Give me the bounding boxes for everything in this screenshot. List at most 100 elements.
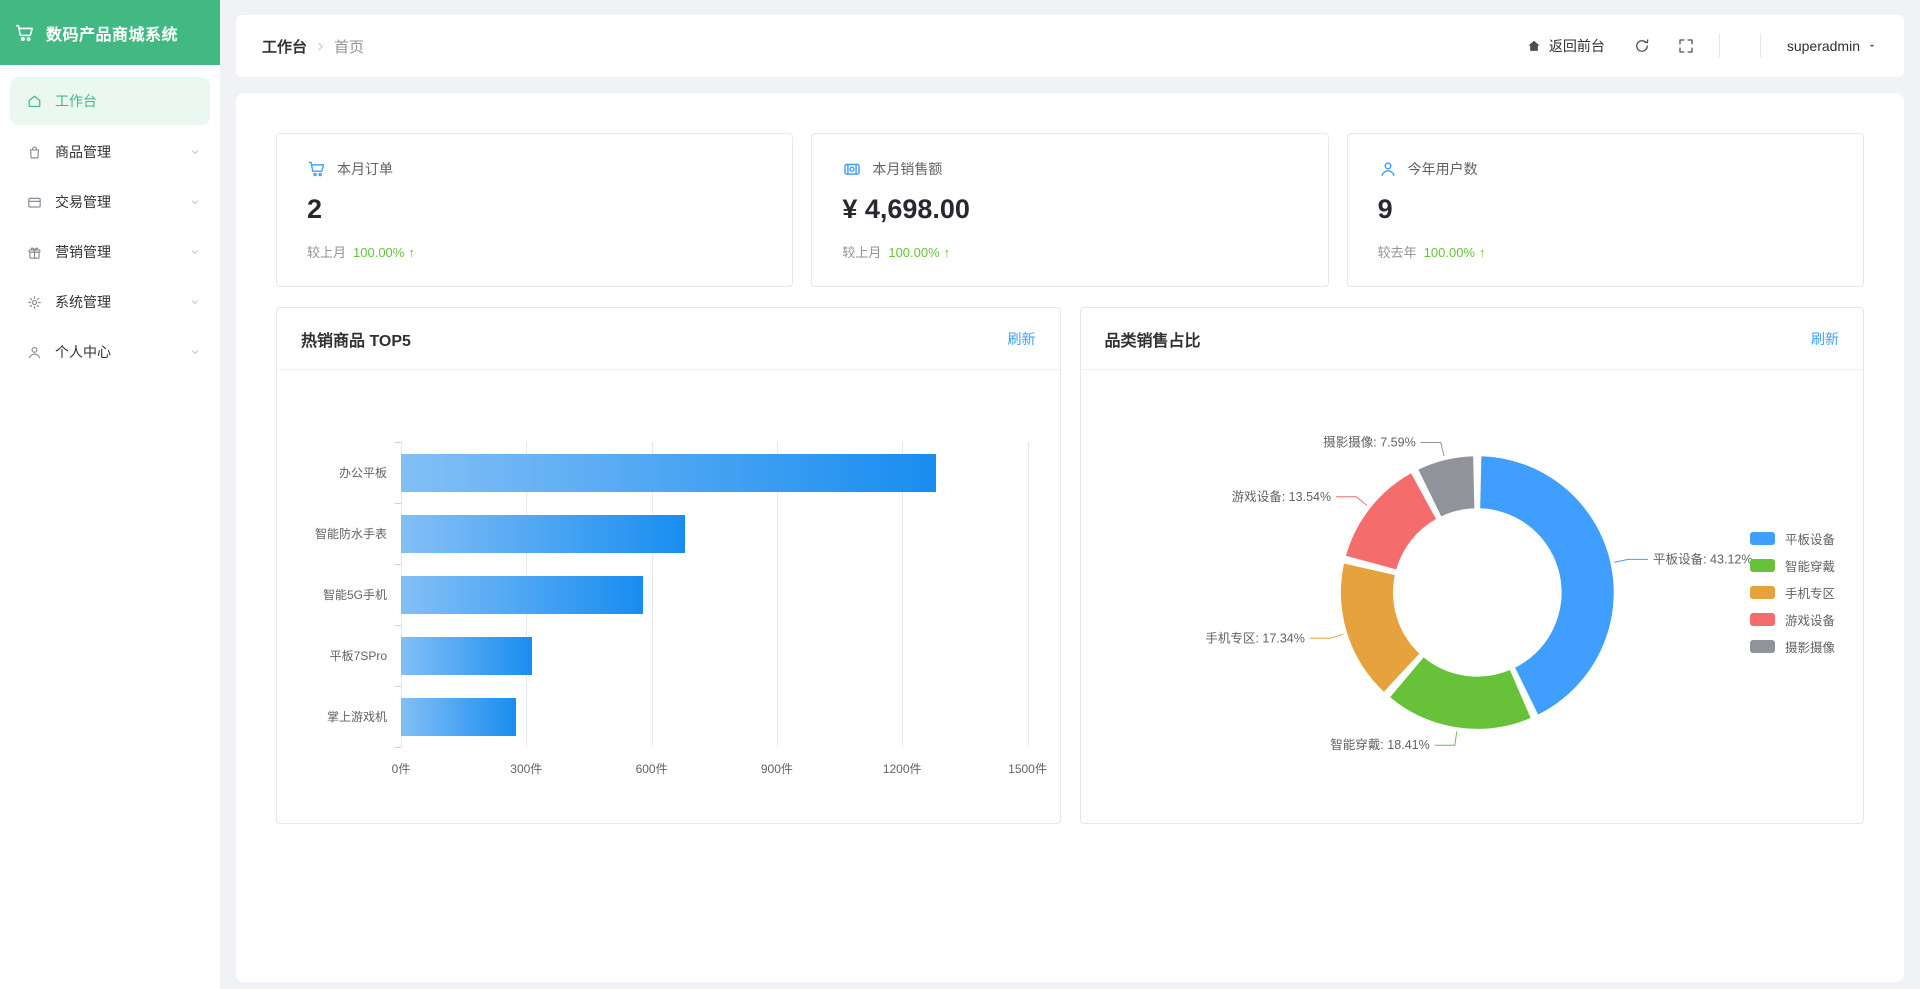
stat-card-cart: 本月订单 2 较上月 100.00% ↑ xyxy=(276,133,794,287)
legend-label: 摄影摄像 xyxy=(1784,640,1835,655)
chevron-down-icon xyxy=(188,195,202,209)
pie-chart-svg: 平板设备: 43.12%平板设备: 43.12%智能穿戴: 18.41%智能穿戴… xyxy=(1205,436,1752,753)
breadcrumb-page: 首页 xyxy=(334,38,365,56)
breadcrumb: 工作台 首页 xyxy=(262,36,364,57)
pie-legend: 平板设备智能穿戴手机专区游戏设备摄影摄像 xyxy=(1749,530,1835,665)
x-tick-label: 900件 xyxy=(760,762,793,776)
legend-chip xyxy=(1749,558,1775,572)
pie-label: 游戏设备: 13.54% xyxy=(1231,490,1330,504)
stat-compare: 较上月 100.00% ↑ xyxy=(842,242,1297,261)
stat-compare-label: 较上月 xyxy=(842,245,882,260)
stat-percent: 100.00% xyxy=(353,245,405,260)
bar-track xyxy=(401,503,1028,564)
stat-percent: 100.00% xyxy=(1423,245,1475,260)
stat-compare: 较上月 100.00% ↑ xyxy=(307,242,762,261)
pie-slice[interactable]: 智能穿戴: 18.41% xyxy=(1387,655,1533,731)
user-icon xyxy=(1378,159,1398,179)
pie-slice[interactable]: 游戏设备: 13.54% xyxy=(1343,470,1438,572)
home-icon xyxy=(26,93,43,110)
legend-label: 智能穿戴 xyxy=(1784,559,1835,574)
pie-chart: 平板设备: 43.12%平板设备: 43.12%智能穿戴: 18.41%智能穿戴… xyxy=(1081,370,1864,823)
sidebar-item-label: 交易管理 xyxy=(55,194,111,210)
sidebar-item-bag[interactable]: 商品管理 xyxy=(0,127,220,177)
bar-row: 掌上游戏机 xyxy=(301,686,1028,747)
sidebar: 数码产品商城系统 工作台商品管理交易管理营销管理 系统管理 个人中心 xyxy=(0,0,220,989)
refresh-icon[interactable] xyxy=(1633,37,1651,55)
bar-track xyxy=(401,442,1028,503)
legend-label: 手机专区 xyxy=(1784,586,1835,601)
hot-products-title: 热销商品 TOP5 xyxy=(301,332,411,350)
user-menu[interactable]: superadmin xyxy=(1787,38,1878,54)
legend-item[interactable]: 智能穿戴 xyxy=(1749,557,1835,574)
app-root: 数码产品商城系统 工作台商品管理交易管理营销管理 系统管理 个人中心 工作台 首页 … xyxy=(0,0,1920,989)
stats-row: 本月订单 2 较上月 100.00% ↑ 本月销售额 ¥ 4,698.00 较上月 100.00… xyxy=(276,133,1864,287)
user-icon xyxy=(26,344,43,361)
bar-category-label: 智能防水手表 xyxy=(314,527,387,541)
bar[interactable] xyxy=(401,453,937,492)
stat-compare-label: 较去年 xyxy=(1377,245,1417,260)
legend-label: 平板设备 xyxy=(1784,532,1835,547)
chevron-down-icon xyxy=(188,345,202,359)
topbar: 工作台 首页 返回前台 superadmin xyxy=(236,15,1904,77)
chevron-down-icon xyxy=(188,295,202,309)
legend-item[interactable]: 平板设备 xyxy=(1749,530,1835,547)
legend-chip xyxy=(1749,531,1775,545)
x-tick-label: 300件 xyxy=(510,762,543,776)
stat-percent: 100.00% xyxy=(888,245,940,260)
pie-label-line xyxy=(1420,442,1445,457)
stat-compare-label: 较上月 xyxy=(307,245,347,260)
topbar-divider xyxy=(1718,34,1720,58)
sidebar-item-home[interactable]: 工作台 xyxy=(10,77,210,125)
breadcrumb-section[interactable]: 工作台 xyxy=(262,36,307,57)
bar-chart-xaxis: 0件 300件 600件 900件 1200件 1500件 xyxy=(392,747,1047,781)
bag-icon xyxy=(26,144,43,161)
bar-category-label: 平板7SPro xyxy=(329,649,387,663)
bar-row: 平板7SPro xyxy=(301,625,1028,686)
pie-label-line xyxy=(1309,633,1343,639)
topbar-divider xyxy=(1759,34,1761,58)
pie-label: 平板设备: 43.12% xyxy=(1653,552,1752,566)
pie-label-line xyxy=(1434,731,1457,746)
stat-compare: 较去年 100.00% ↑ xyxy=(1378,242,1833,261)
home-filled-icon xyxy=(1526,38,1542,54)
bar-category-label: 掌上游戏机 xyxy=(326,710,387,724)
stat-label: 今年用户数 xyxy=(1407,161,1478,177)
bar[interactable] xyxy=(401,514,685,553)
bar[interactable] xyxy=(401,636,533,675)
legend-item[interactable]: 游戏设备 xyxy=(1749,611,1835,628)
category-share-title: 品类销售占比 xyxy=(1104,332,1201,350)
pie-label: 摄影摄像: 7.59% xyxy=(1323,436,1416,450)
sidebar-item-user[interactable]: 个人中心 xyxy=(0,327,220,377)
bar[interactable] xyxy=(401,575,643,614)
stat-value: 2 xyxy=(307,194,323,224)
username: superadmin xyxy=(1786,38,1860,54)
bar[interactable] xyxy=(401,697,516,736)
sidebar-item-label: 工作台 xyxy=(55,93,97,109)
sidebar-item-gear[interactable]: 系统管理 xyxy=(0,277,220,327)
hot-products-refresh-link[interactable]: 刷新 xyxy=(1008,329,1036,349)
sidebar-item-gift[interactable]: 营销管理 xyxy=(0,227,220,277)
trend-up-arrow: ↑ xyxy=(408,245,415,260)
hot-products-panel: 热销商品 TOP5 刷新 办公平板 智能防水手表 智能5G手机 平板7SPro 掌上游戏… xyxy=(276,307,1061,824)
cart-icon xyxy=(307,159,327,179)
sidebar-item-label: 商品管理 xyxy=(55,144,111,160)
stat-card-header: 本月销售额 xyxy=(842,159,1297,179)
x-tick-label: 600件 xyxy=(635,762,668,776)
bar-category-label: 智能5G手机 xyxy=(322,588,387,602)
content-card: 本月订单 2 较上月 100.00% ↑ 本月销售额 ¥ 4,698.00 较上月 100.00… xyxy=(236,93,1904,982)
chevron-down-icon xyxy=(188,245,202,259)
caret-down-icon xyxy=(1866,40,1878,52)
topbar-right: 返回前台 superadmin xyxy=(1526,34,1878,58)
category-share-refresh-link[interactable]: 刷新 xyxy=(1811,329,1839,349)
charts-row: 热销商品 TOP5 刷新 办公平板 智能防水手表 智能5G手机 平板7SPro 掌上游戏… xyxy=(276,307,1864,824)
gridline xyxy=(1027,442,1029,747)
legend-item[interactable]: 手机专区 xyxy=(1749,584,1835,601)
trend-up-arrow: ↑ xyxy=(943,245,951,260)
fullscreen-icon[interactable] xyxy=(1677,37,1695,55)
category-share-panel: 品类销售占比 刷新 平板设备: 43.12%平板设备: 43.12%智能穿戴: … xyxy=(1079,307,1864,824)
legend-chip xyxy=(1749,612,1775,626)
back-to-front-button[interactable]: 返回前台 xyxy=(1526,36,1605,56)
legend-item[interactable]: 摄影摄像 xyxy=(1749,638,1835,655)
brand-title: 数码产品商城系统 xyxy=(46,26,179,44)
sidebar-item-card[interactable]: 交易管理 xyxy=(0,177,220,227)
